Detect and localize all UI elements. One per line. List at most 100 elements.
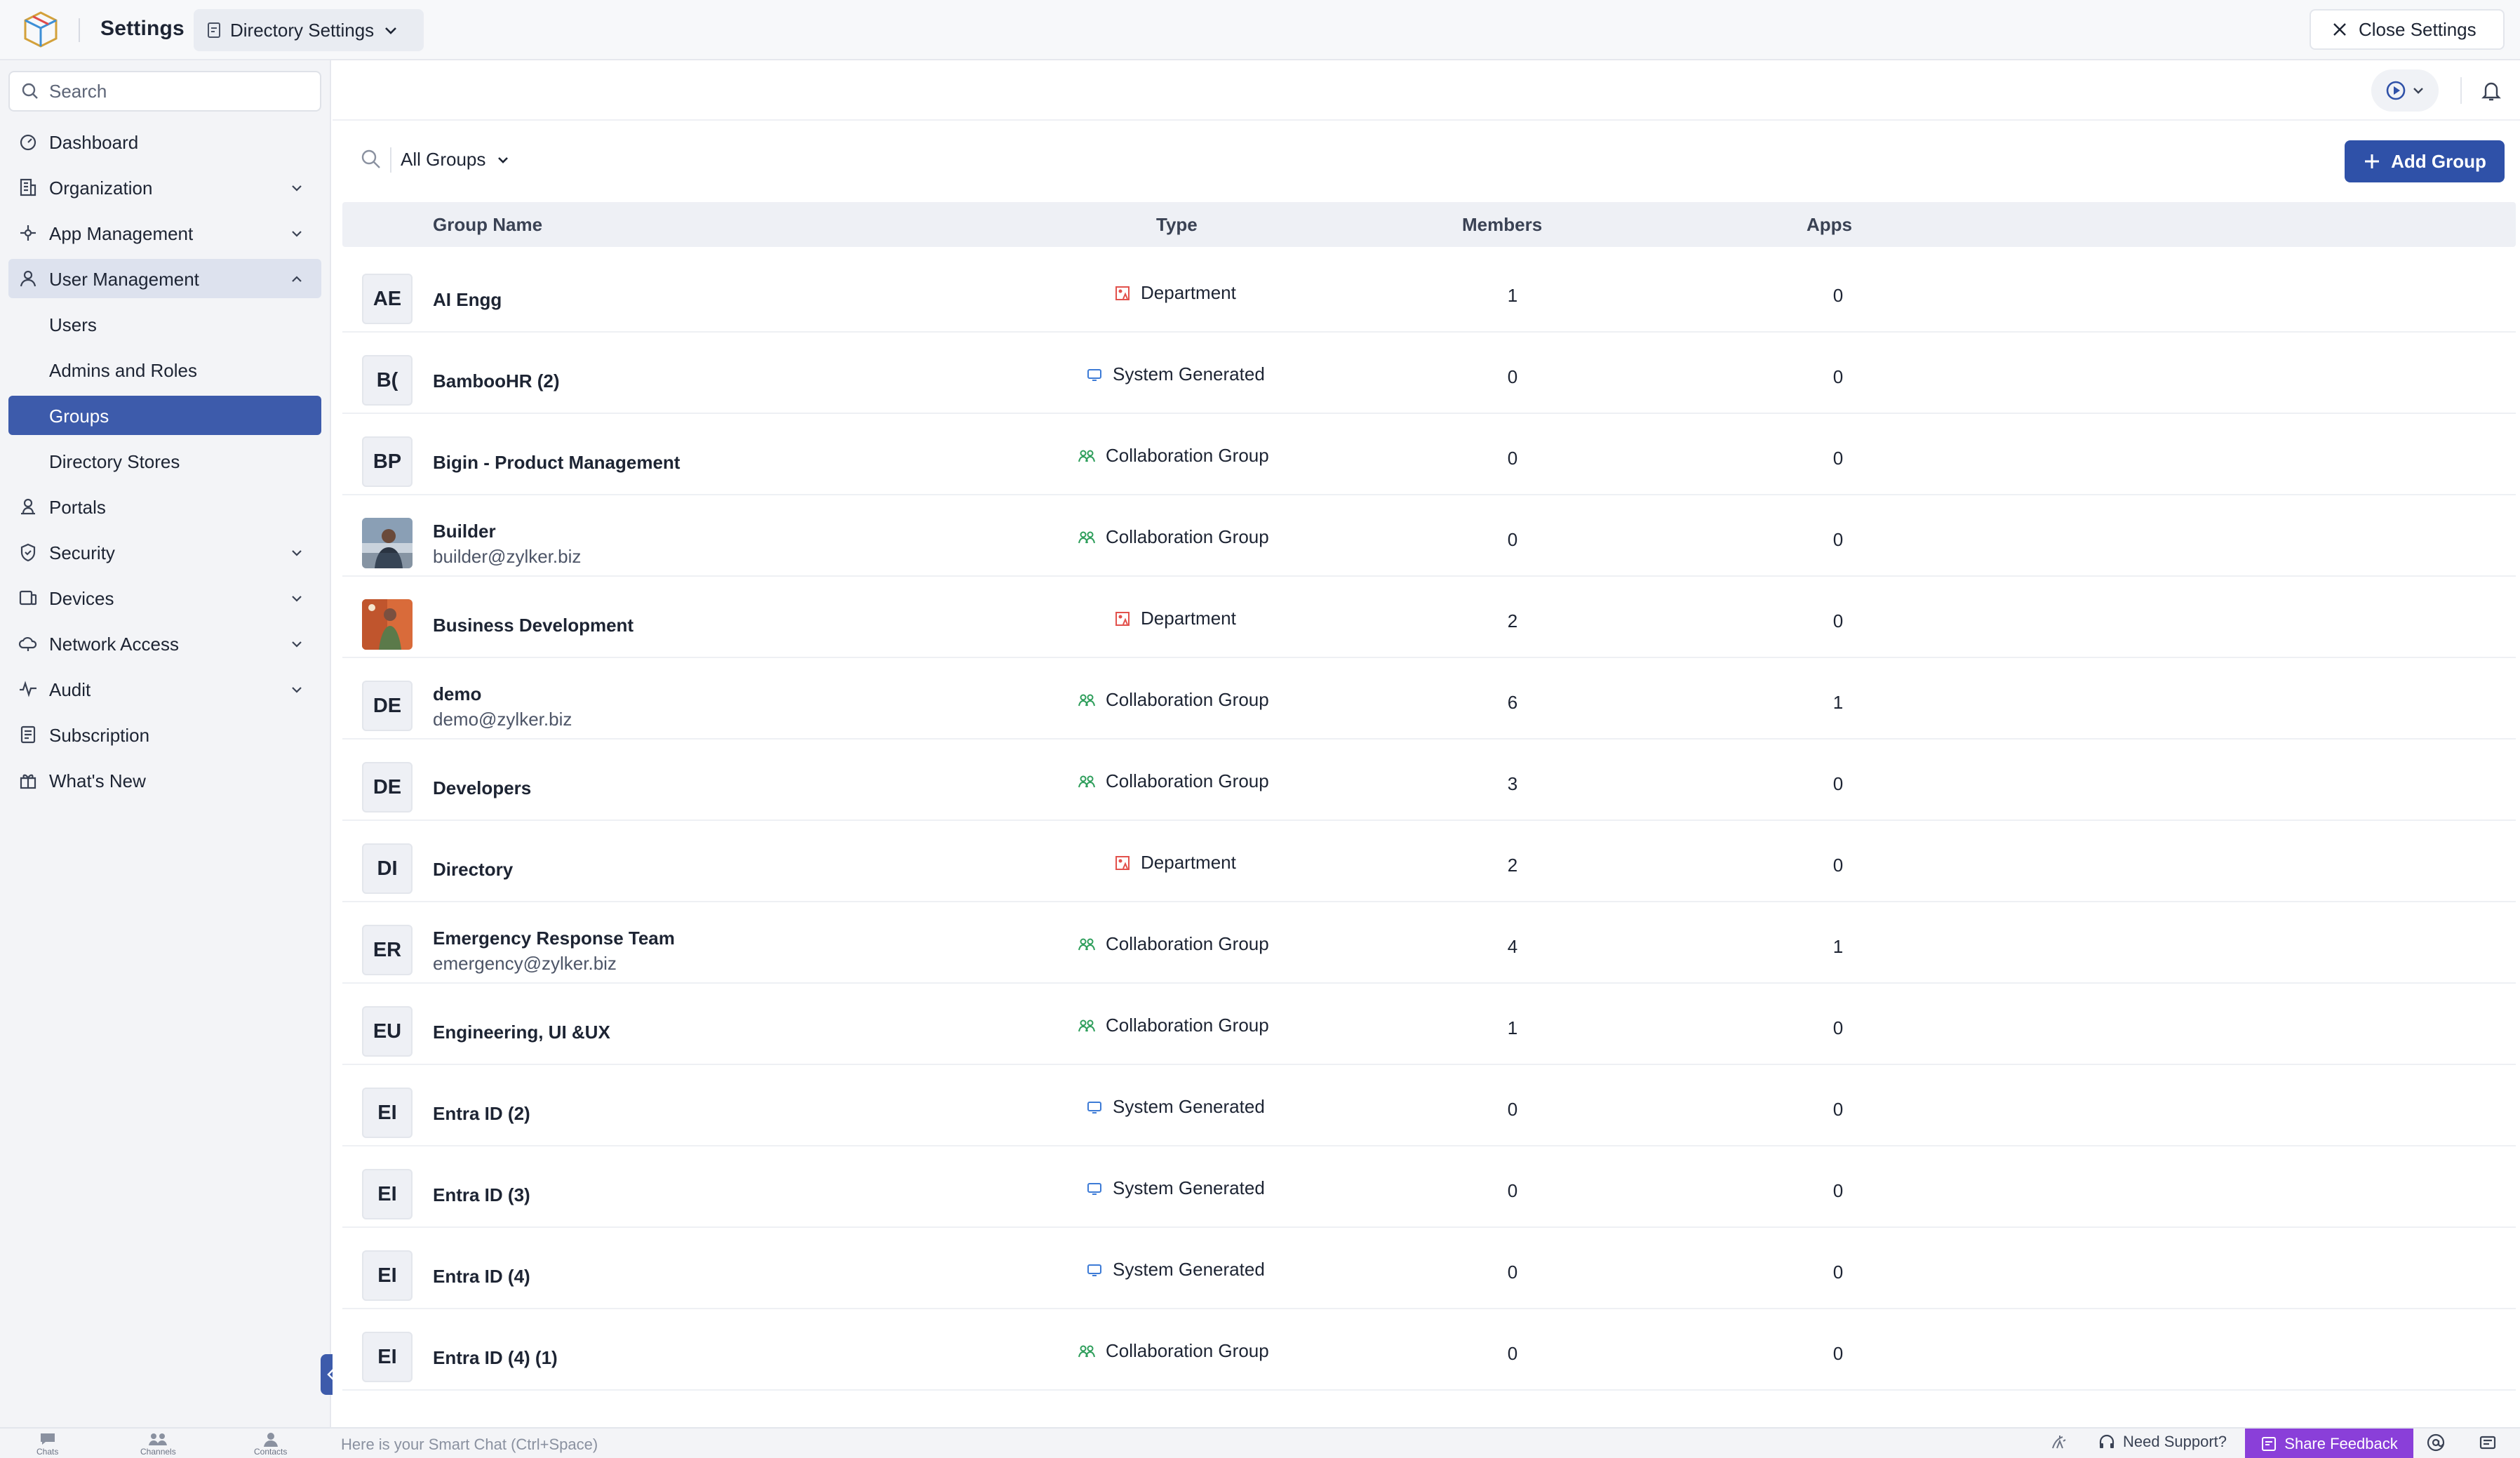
headset-icon <box>2098 1433 2116 1451</box>
table-row[interactable]: ER Emergency Response Team emergency@zylke… <box>342 902 2516 984</box>
group-members-count: 2 <box>1507 610 1518 631</box>
sidebar-item-dashboard[interactable]: Dashboard <box>8 122 321 161</box>
close-settings-button[interactable]: Close Settings <box>2310 9 2505 50</box>
group-type: Collaboration Group <box>1078 1340 1269 1362</box>
department-icon <box>1114 610 1131 627</box>
table-row[interactable]: EI Entra ID (4) (1) Collaboration Group 0 0 <box>342 1309 2516 1391</box>
column-header-type[interactable]: Type <box>1156 214 1198 236</box>
sidebar-search-input[interactable]: Search <box>8 71 321 112</box>
sidebar-item-network-access[interactable]: Network Access <box>8 624 321 663</box>
group-avatar: BP <box>362 436 413 487</box>
tab-contacts[interactable]: Contacts <box>254 1431 287 1457</box>
group-apps-count: 0 <box>1832 285 1844 306</box>
need-support-button[interactable]: Need Support? <box>2098 1433 2227 1451</box>
sidebar-item-audit[interactable]: Audit <box>8 669 321 709</box>
sidebar-item-groups[interactable]: Groups <box>8 396 321 435</box>
table-row[interactable]: EI Entra ID (4) System Generated 0 0 <box>342 1228 2516 1309</box>
app-logo-icon[interactable] <box>20 8 62 51</box>
notes-icon[interactable] <box>2478 1433 2498 1452</box>
group-name[interactable]: demo <box>433 683 481 705</box>
group-filter-dropdown[interactable]: All Groups <box>401 149 511 170</box>
sidebar-item-app-management[interactable]: App Management <box>8 213 321 253</box>
sidebar-item-label: Audit <box>49 679 91 700</box>
search-icon[interactable] <box>361 149 382 170</box>
group-type-label: Department <box>1141 608 1236 629</box>
table-row[interactable]: DE Developers Collaboration Group 3 0 <box>342 740 2516 821</box>
screen-recorder-button[interactable] <box>2371 69 2439 112</box>
group-name[interactable]: Entra ID (3) <box>433 1184 530 1206</box>
group-avatar-photo <box>362 599 413 650</box>
group-name[interactable]: AI Engg <box>433 289 502 311</box>
user-icon <box>18 269 38 288</box>
search-icon <box>21 82 39 100</box>
table-row[interactable]: EU Engineering, UI &UX Collaboration Group… <box>342 984 2516 1065</box>
table-row[interactable]: DE demo demo@zylker.biz Collaboration Group… <box>342 658 2516 740</box>
group-name[interactable]: Bigin - Product Management <box>433 452 680 474</box>
share-feedback-button[interactable]: Share Feedback <box>2245 1429 2413 1458</box>
group-avatar: EU <box>362 1006 413 1057</box>
group-type-label: System Generated <box>1113 363 1265 384</box>
table-row[interactable]: B(BambooHR (2) System Generated 0 0 <box>342 333 2516 414</box>
feedback-icon <box>2260 1436 2277 1452</box>
group-name[interactable]: Entra ID (4) (1) <box>433 1347 558 1369</box>
group-name[interactable]: Engineering, UI &UX <box>433 1022 610 1043</box>
sidebar-item-admins-and-roles[interactable]: Admins and Roles <box>8 350 321 389</box>
group-name[interactable]: Developers <box>433 777 531 799</box>
group-name[interactable]: Builder <box>433 521 496 542</box>
collaboration-icon <box>1078 936 1096 953</box>
zia-icon[interactable] <box>2050 1433 2070 1452</box>
tab-channels[interactable]: Channels <box>140 1431 176 1457</box>
collaboration-icon <box>1078 773 1096 790</box>
group-name[interactable]: Entra ID (4) <box>433 1266 530 1288</box>
column-header-members[interactable]: Members <box>1462 214 1542 236</box>
group-apps-count: 0 <box>1832 448 1844 469</box>
sidebar-item-user-management[interactable]: User Management <box>8 259 321 298</box>
table-row[interactable]: DI Directory Department 2 0 <box>342 821 2516 902</box>
group-type-label: Collaboration Group <box>1106 526 1269 547</box>
table-row[interactable]: BP Bigin - Product Management Collaboratio… <box>342 414 2516 495</box>
bottom-bar: Chats Channels Contacts Here is your Sma… <box>0 1427 2520 1458</box>
sidebar-item-subscription[interactable]: Subscription <box>8 715 321 754</box>
filter-divider <box>390 147 391 173</box>
group-type: Department <box>1114 282 1236 304</box>
table-row[interactable]: Builder builder@zylker.biz Collaboration G… <box>342 495 2516 577</box>
group-type-label: Collaboration Group <box>1106 689 1269 710</box>
chevron-down-icon <box>289 636 304 652</box>
table-row[interactable]: EI Entra ID (3) System Generated 0 0 <box>342 1146 2516 1228</box>
bell-icon[interactable] <box>2479 79 2503 102</box>
document-icon <box>206 22 222 39</box>
group-type-label: Collaboration Group <box>1106 445 1269 466</box>
sidebar-item-users[interactable]: Users <box>8 305 321 344</box>
at-mention-icon[interactable] <box>2426 1433 2446 1452</box>
table-row[interactable]: AE AI Engg Department 1 0 <box>342 251 2516 333</box>
group-type-label: Department <box>1141 282 1236 303</box>
chevron-down-icon <box>382 22 399 39</box>
sidebar-item-whats-new[interactable]: What's New <box>8 761 321 800</box>
record-icon <box>2385 79 2407 102</box>
group-avatar: EI <box>362 1332 413 1382</box>
section-dropdown[interactable]: Directory Settings <box>194 9 424 51</box>
add-group-button[interactable]: Add Group <box>2345 140 2505 182</box>
table-row[interactable]: EI Entra ID (2) System Generated 0 0 <box>342 1065 2516 1146</box>
group-type: Collaboration Group <box>1078 933 1269 955</box>
sidebar-item-security[interactable]: Security <box>8 533 321 572</box>
need-support-label: Need Support? <box>2123 1433 2227 1450</box>
column-header-group-name[interactable]: Group Name <box>433 214 542 236</box>
group-name[interactable]: BambooHR (2) <box>433 370 560 392</box>
group-name[interactable]: Directory <box>433 859 513 881</box>
table-row[interactable]: Business Development Department 2 0 <box>342 577 2516 658</box>
sidebar-item-label: Admins and Roles <box>49 360 197 381</box>
group-name[interactable]: Emergency Response Team <box>433 928 675 949</box>
shield-icon <box>18 542 38 562</box>
sidebar-item-portals[interactable]: Portals <box>8 487 321 526</box>
chat-icon <box>39 1431 57 1447</box>
sidebar-item-directory-stores[interactable]: Directory Stores <box>8 441 321 481</box>
sidebar-item-organization[interactable]: Organization <box>8 168 321 207</box>
sidebar-item-devices[interactable]: Devices <box>8 578 321 617</box>
tab-chats[interactable]: Chats <box>36 1431 58 1457</box>
group-name[interactable]: Entra ID (2) <box>433 1103 530 1125</box>
smart-chat-input[interactable]: Here is your Smart Chat (Ctrl+Space) <box>341 1436 598 1454</box>
column-header-apps[interactable]: Apps <box>1807 214 1852 236</box>
group-name[interactable]: Business Development <box>433 615 634 636</box>
group-type-label: Collaboration Group <box>1106 933 1269 954</box>
